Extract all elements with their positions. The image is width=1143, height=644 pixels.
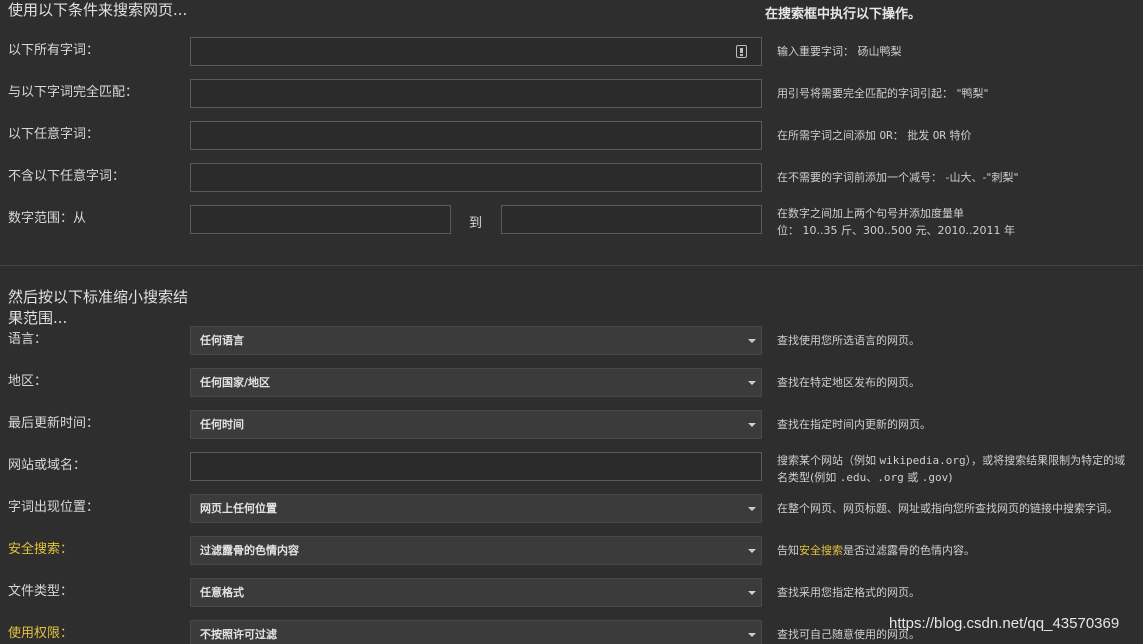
word-position-select[interactable]: 网页上任何位置 bbox=[190, 494, 762, 523]
label-safesearch[interactable]: 安全搜索： bbox=[8, 542, 73, 558]
help-or-keyword-2: OR bbox=[932, 129, 946, 142]
help-site-domain: 搜索某个网站（例如 wikipedia.org），或将搜索结果限制为特定的域 名… bbox=[777, 452, 1137, 486]
help-site-mid: ），或将搜索结果限制为特定的域 bbox=[965, 454, 1126, 467]
label-all-words: 以下所有字词： bbox=[8, 43, 100, 58]
file-type-select-value: 任意格式 bbox=[200, 586, 244, 599]
chevron-down-icon bbox=[748, 549, 756, 553]
help-last-update: 查找在指定时间内更新的网页。 bbox=[777, 418, 931, 431]
label-number-range: 数字范围：从 bbox=[8, 211, 87, 226]
safesearch-select-value: 过滤露骨的色情内容 bbox=[200, 544, 299, 557]
chevron-down-icon bbox=[748, 423, 756, 427]
label-none-words: 不含以下任意字词： bbox=[8, 169, 126, 184]
any-words-input[interactable] bbox=[190, 121, 762, 150]
usage-rights-select[interactable]: 不按照许可过滤 bbox=[190, 620, 762, 644]
safesearch-select[interactable]: 过滤露骨的色情内容 bbox=[190, 536, 762, 565]
last-update-select-value: 任何时间 bbox=[200, 418, 244, 431]
help-region: 查找在特定地区发布的网页。 bbox=[777, 376, 920, 389]
help-all-words: 输入重要字词： 砀山鸭梨 bbox=[777, 45, 902, 58]
section-title-search: 使用以下条件来搜索网页... bbox=[8, 1, 188, 19]
word-position-select-value: 网页上任何位置 bbox=[200, 502, 277, 515]
chevron-down-icon bbox=[748, 633, 756, 637]
help-exact-phrase: 用引号将需要完全匹配的字词引起： "鸭梨" bbox=[777, 87, 989, 100]
help-number-range-line1: 在数字之间加上两个句号并添加度量单 bbox=[777, 207, 964, 220]
range-from-input[interactable] bbox=[190, 205, 451, 234]
section-title-narrow: 然后按以下标准缩小搜索结果范围... bbox=[8, 288, 189, 327]
exact-phrase-input[interactable] bbox=[190, 79, 762, 108]
help-any-words-mid: ： 批发 bbox=[892, 129, 933, 142]
help-safesearch-post: 是否过滤露骨的色情内容。 bbox=[843, 544, 975, 557]
help-any-words-post: 特价 bbox=[946, 129, 972, 142]
label-file-type: 文件类型： bbox=[8, 584, 74, 599]
file-type-select[interactable]: 任意格式 bbox=[190, 578, 762, 607]
help-site2-sep2: 或 bbox=[903, 471, 922, 484]
help-site-pre: 搜索某个网站（例如 bbox=[777, 454, 880, 467]
help-file-type: 查找采用您指定格式的网页。 bbox=[777, 586, 920, 599]
help-site2-pre: 名类型(例如 bbox=[777, 471, 840, 484]
help-site2-sep1: 、 bbox=[866, 471, 878, 484]
help-site-line2: 名类型(例如 .edu、.org 或 .gov) bbox=[777, 469, 1137, 486]
help-site2-edu: .edu bbox=[839, 471, 867, 484]
watermark-url: https://blog.csdn.net/qq_43570369 bbox=[889, 615, 1120, 632]
help-site-line1: 搜索某个网站（例如 wikipedia.org），或将搜索结果限制为特定的域 bbox=[777, 452, 1137, 469]
usage-rights-select-value: 不按照许可过滤 bbox=[200, 628, 277, 641]
chevron-down-icon bbox=[748, 507, 756, 511]
label-any-words: 以下任意字词： bbox=[8, 127, 100, 142]
label-site-domain: 网站或域名： bbox=[8, 458, 87, 473]
help-safesearch: 告知安全搜索是否过滤露骨的色情内容。 bbox=[777, 542, 1137, 559]
safesearch-link[interactable]: 安全搜索 bbox=[799, 544, 843, 557]
region-select[interactable]: 任何国家/地区 bbox=[190, 368, 762, 397]
label-usage-rights[interactable]: 使用权限： bbox=[8, 626, 73, 642]
help-site-code: wikipedia.org bbox=[879, 454, 966, 467]
help-language: 查找使用您所选语言的网页。 bbox=[777, 334, 920, 347]
language-select[interactable]: 任何语言 bbox=[190, 326, 762, 355]
help-any-words: 在所需字词之间添加 OR： 批发 OR 特价 bbox=[777, 127, 1137, 144]
region-select-value: 任何国家/地区 bbox=[200, 376, 271, 389]
help-none-words: 在不需要的字词前添加一个减号： -山大、-"刺梨" bbox=[777, 171, 1019, 184]
site-domain-input[interactable] bbox=[190, 452, 762, 481]
help-safesearch-pre: 告知 bbox=[777, 544, 799, 557]
help-any-words-text: 在所需字词之间添加 bbox=[777, 129, 880, 142]
help-site2-org: .org bbox=[877, 471, 904, 484]
range-to-label: 到 bbox=[469, 216, 483, 231]
none-words-input[interactable] bbox=[190, 163, 762, 192]
label-exact-phrase: 与以下字词完全匹配： bbox=[8, 85, 139, 100]
last-update-select[interactable]: 任何时间 bbox=[190, 410, 762, 439]
help-number-range-line2: 位： 10..35 斤、300..500 元、2010..2011 年 bbox=[777, 224, 1015, 237]
section-divider bbox=[0, 265, 1143, 266]
chevron-down-icon bbox=[748, 339, 756, 343]
section-hint: 在搜索框中执行以下操作。 bbox=[765, 7, 922, 22]
keyboard-icon[interactable] bbox=[736, 45, 747, 58]
label-region: 地区： bbox=[8, 374, 48, 389]
language-select-value: 任何语言 bbox=[200, 334, 244, 347]
help-site2-post: ) bbox=[948, 471, 953, 484]
label-word-position: 字词出现位置： bbox=[8, 500, 100, 515]
chevron-down-icon bbox=[748, 591, 756, 595]
label-last-update: 最后更新时间： bbox=[8, 416, 100, 431]
all-words-input[interactable] bbox=[190, 37, 762, 66]
help-word-position: 在整个网页、网页标题、网址或指向您所查找网页的链接中搜索字词。 bbox=[777, 502, 1118, 515]
help-or-keyword: OR bbox=[879, 129, 893, 142]
label-language: 语言： bbox=[8, 332, 48, 347]
help-number-range: 在数字之间加上两个句号并添加度量单 位： 10..35 斤、300..500 元… bbox=[777, 205, 1137, 239]
help-site2-gov: .gov bbox=[921, 471, 949, 484]
range-to-input[interactable] bbox=[501, 205, 762, 234]
chevron-down-icon bbox=[748, 381, 756, 385]
